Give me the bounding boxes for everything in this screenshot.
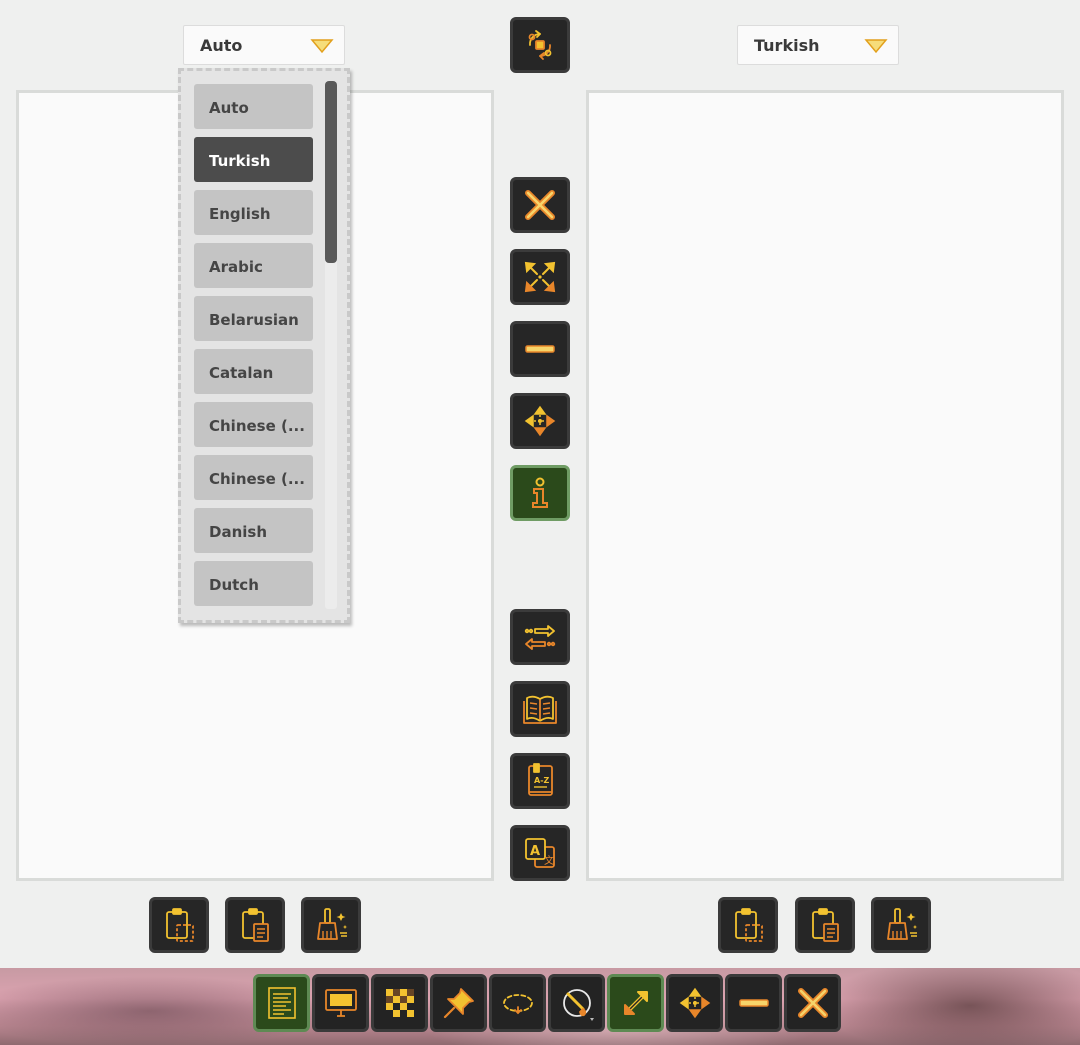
- language-option-belarusian[interactable]: Belarusian: [194, 296, 313, 341]
- taskbar-transparency-button[interactable]: [371, 974, 428, 1032]
- source-language-dropdown: Auto Turkish English Arabic Belarusian C…: [178, 68, 350, 623]
- taskbar-text-panel-button[interactable]: [253, 974, 310, 1032]
- language-option-turkish[interactable]: Turkish: [194, 137, 313, 182]
- language-option-chinese-1[interactable]: Chinese (...: [194, 402, 313, 447]
- translate-direction-icon: [524, 625, 556, 650]
- info-icon: [532, 477, 548, 508]
- move-button[interactable]: [510, 393, 570, 449]
- translator-window: Auto Turkish A-Z A 文 Auto Turkish Englis…: [0, 0, 1080, 968]
- target-text-panel[interactable]: [586, 90, 1064, 881]
- move-icon: [679, 987, 710, 1019]
- taskbar-move-button[interactable]: [666, 974, 723, 1032]
- language-option-danish[interactable]: Danish: [194, 508, 313, 553]
- swap-languages-button[interactable]: [510, 17, 570, 73]
- clear-brush-icon: [887, 908, 918, 940]
- taskbar-lasso-button[interactable]: [489, 974, 546, 1032]
- language-option-arabic[interactable]: Arabic: [194, 243, 313, 288]
- expand-icon: [524, 261, 556, 293]
- target-text-output[interactable]: [589, 93, 1061, 878]
- target-language-label: Turkish: [754, 36, 820, 55]
- info-button[interactable]: [510, 465, 570, 521]
- taskbar-resize-button[interactable]: [607, 974, 664, 1032]
- svg-text:A-Z: A-Z: [534, 776, 550, 785]
- minimize-button[interactable]: [510, 321, 570, 377]
- clear-source-button[interactable]: [301, 897, 361, 953]
- chevron-down-icon: [864, 39, 888, 54]
- paste-target-button[interactable]: [795, 897, 855, 953]
- taskbar-minimize-button[interactable]: [725, 974, 782, 1032]
- text-panel-icon: [267, 987, 296, 1019]
- dictionary-az-icon: A-Z: [528, 763, 553, 796]
- dictionary-button[interactable]: A-Z: [510, 753, 570, 809]
- paste-icon: [812, 908, 839, 942]
- screen-monitor-icon: [324, 989, 357, 1017]
- open-book-button[interactable]: [510, 681, 570, 737]
- svg-text:A: A: [530, 844, 540, 859]
- resize-diagonal-icon: [623, 991, 648, 1015]
- language-option-dutch[interactable]: Dutch: [194, 561, 313, 606]
- paint-brush-icon: [562, 989, 594, 1021]
- chevron-down-icon: [310, 39, 334, 54]
- close-icon: [797, 988, 828, 1018]
- paste-source-button[interactable]: [225, 897, 285, 953]
- translate-direction-button[interactable]: [510, 609, 570, 665]
- dropdown-scrollbar-thumb[interactable]: [325, 81, 337, 263]
- swap-languages-icon: [528, 30, 552, 60]
- minimize-icon: [738, 999, 769, 1007]
- minimize-icon: [525, 345, 555, 353]
- taskbar-close-button[interactable]: [784, 974, 841, 1032]
- pin-icon: [443, 988, 474, 1019]
- copy-source-button[interactable]: [149, 897, 209, 953]
- language-option-english[interactable]: English: [194, 190, 313, 235]
- clear-target-button[interactable]: [871, 897, 931, 953]
- translate-button[interactable]: A 文: [510, 825, 570, 881]
- open-book-icon: [523, 695, 557, 724]
- copy-icon: [735, 908, 763, 942]
- language-option-catalan[interactable]: Catalan: [194, 349, 313, 394]
- lasso-icon: [502, 994, 533, 1015]
- wallpaper-shadow: [820, 968, 1080, 1045]
- clear-brush-icon: [317, 908, 348, 940]
- translate-icon: A 文: [525, 838, 555, 868]
- source-language-label: Auto: [200, 36, 243, 55]
- copy-icon: [166, 908, 194, 942]
- checkerboard-icon: [385, 989, 414, 1017]
- taskbar-screen-button[interactable]: [312, 974, 369, 1032]
- copy-target-button[interactable]: [718, 897, 778, 953]
- source-language-select[interactable]: Auto: [183, 25, 345, 65]
- paste-icon: [242, 908, 269, 942]
- language-option-auto[interactable]: Auto: [194, 84, 313, 129]
- taskbar-pin-button[interactable]: [430, 974, 487, 1032]
- language-option-chinese-2[interactable]: Chinese (...: [194, 455, 313, 500]
- expand-button[interactable]: [510, 249, 570, 305]
- close-icon: [525, 190, 555, 220]
- taskbar-paint-button[interactable]: [548, 974, 605, 1032]
- move-icon: [524, 405, 556, 437]
- target-language-select[interactable]: Turkish: [737, 25, 899, 65]
- close-button[interactable]: [510, 177, 570, 233]
- svg-text:文: 文: [544, 854, 554, 867]
